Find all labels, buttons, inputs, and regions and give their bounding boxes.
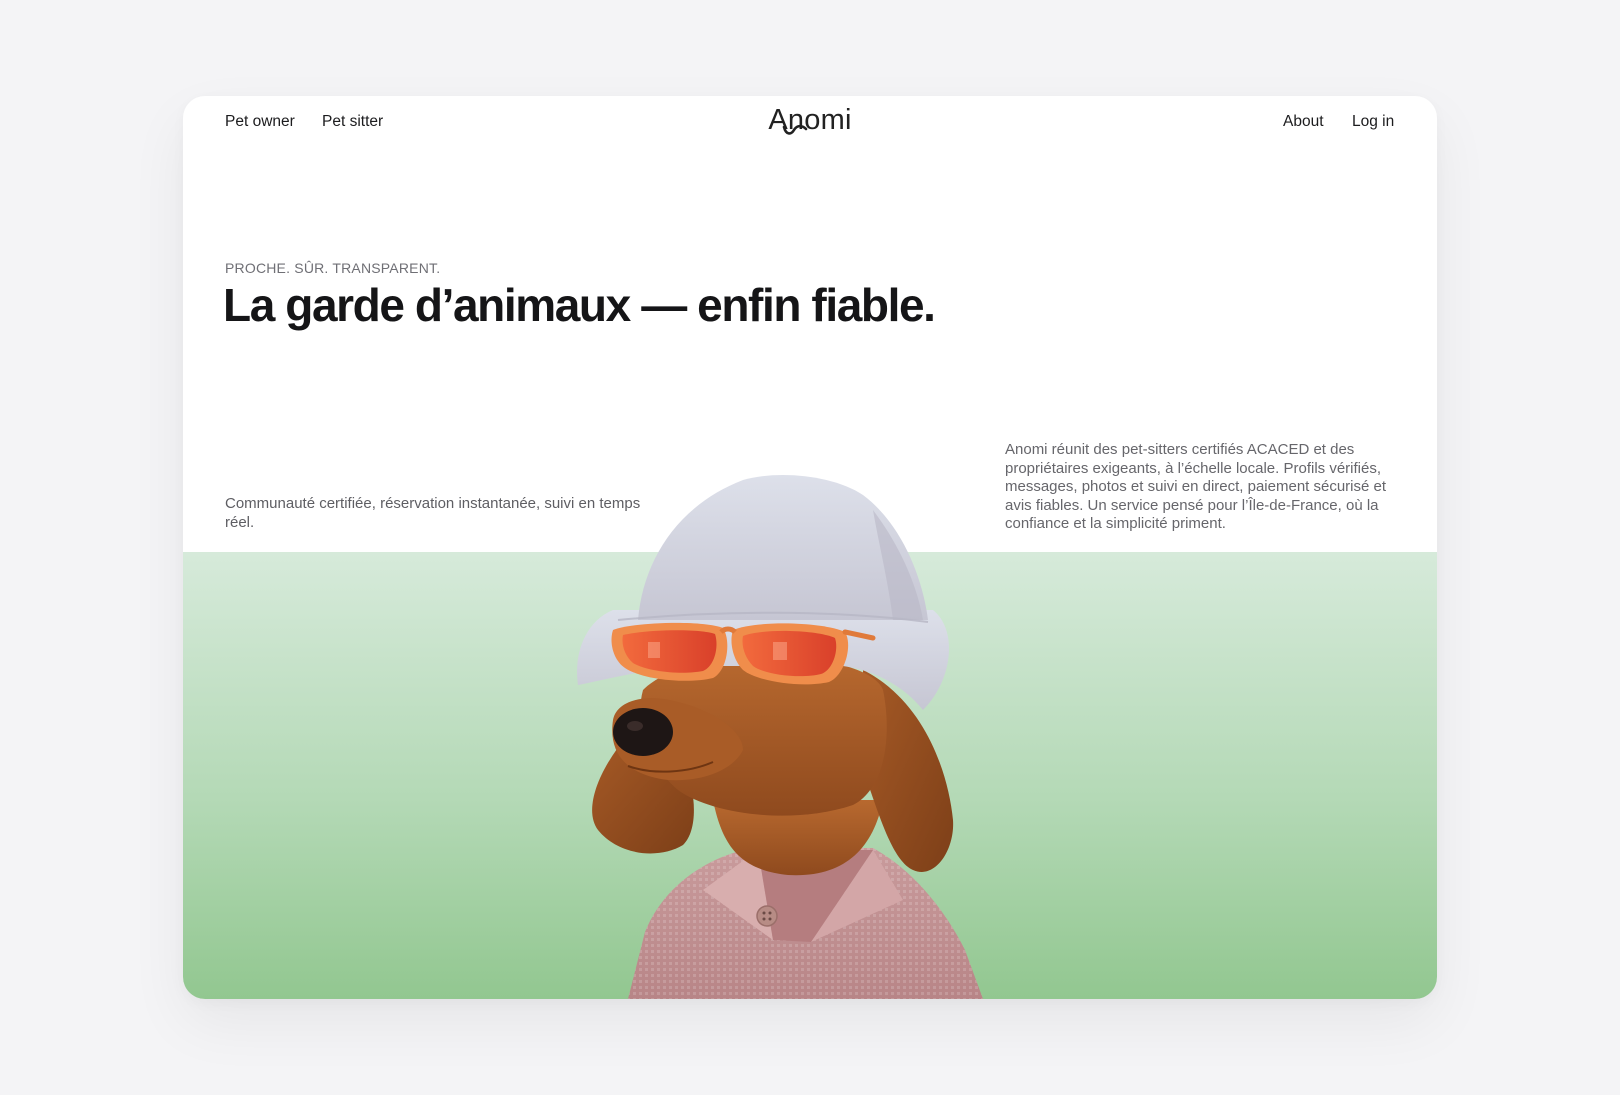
logo-swoosh-icon [783,124,808,135]
hero-card: Pet owner Pet sitter Anomi About Log in … [183,96,1437,999]
nav-about-link[interactable]: About [1283,114,1324,130]
brand-logo[interactable]: Anomi [183,106,1437,135]
hero-lead-right: Anomi réunit des pet-sitters certifiés A… [1005,441,1387,532]
hero-eyebrow: PROCHE. SÛR. TRANSPARENT. [225,260,441,276]
brand-logo-text: Anomi [768,104,852,136]
hero-headline: La garde d’animaux — enfin fiable. [223,279,936,331]
nav-login-link[interactable]: Log in [1352,114,1394,130]
dog-in-hat-image [577,475,983,999]
